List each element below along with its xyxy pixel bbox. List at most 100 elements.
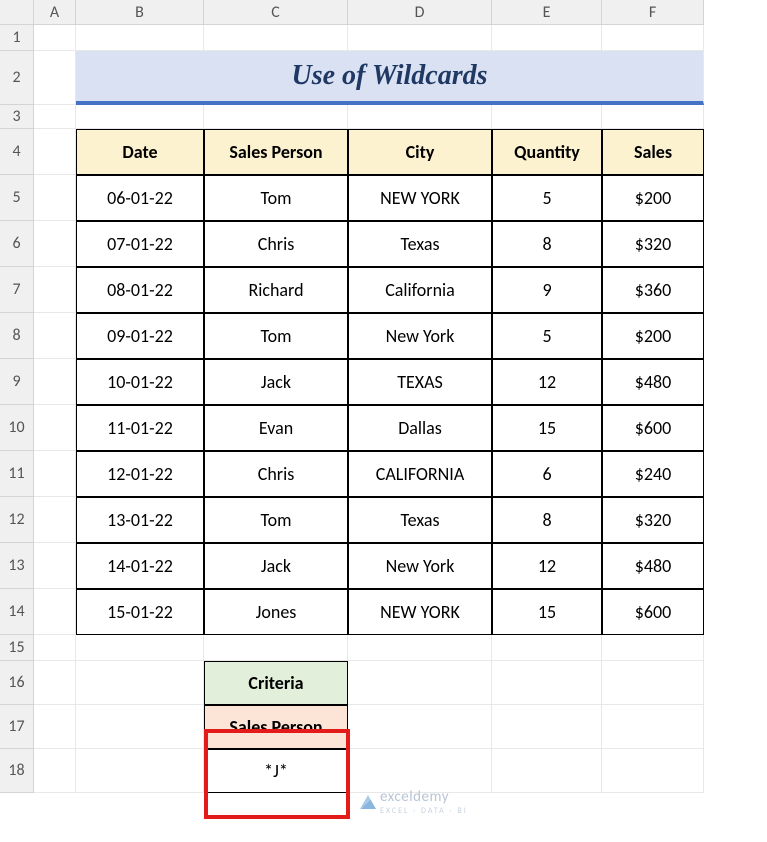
cell[interactable] [34,25,76,51]
col-header-f[interactable]: F [602,0,704,25]
cell[interactable] [76,105,204,129]
cell[interactable] [34,635,76,661]
cell[interactable] [602,105,704,129]
row-header-1[interactable]: 1 [0,25,34,51]
table-cell-city[interactable]: New York [348,543,492,589]
table-cell-sales[interactable]: $600 [602,589,704,635]
cell[interactable] [34,405,76,451]
table-cell-date[interactable]: 10-01-22 [76,359,204,405]
table-cell-date[interactable]: 08-01-22 [76,267,204,313]
cell[interactable] [492,749,602,793]
cell[interactable] [492,25,602,51]
cell[interactable] [34,221,76,267]
table-cell-date[interactable]: 13-01-22 [76,497,204,543]
table-cell-person[interactable]: Jack [204,359,348,405]
table-cell-person[interactable]: Chris [204,451,348,497]
table-cell-city[interactable]: TEXAS [348,359,492,405]
row-header-16[interactable]: 16 [0,661,34,705]
row-header-5[interactable]: 5 [0,175,34,221]
table-header-qty[interactable]: Quantity [492,129,602,175]
table-cell-city[interactable]: NEW YORK [348,589,492,635]
table-cell-date[interactable]: 09-01-22 [76,313,204,359]
row-header-4[interactable]: 4 [0,129,34,175]
cell[interactable] [602,749,704,793]
cell[interactable] [204,105,348,129]
cell[interactable] [34,105,76,129]
cell[interactable] [34,51,76,105]
col-header-a[interactable]: A [34,0,76,25]
row-header-13[interactable]: 13 [0,543,34,589]
cell[interactable] [602,635,704,661]
table-cell-date[interactable]: 12-01-22 [76,451,204,497]
cell[interactable] [348,635,492,661]
row-header-15[interactable]: 15 [0,635,34,661]
table-cell-qty[interactable]: 6 [492,451,602,497]
cell[interactable] [34,705,76,749]
cell[interactable] [492,635,602,661]
cell[interactable] [76,25,204,51]
table-cell-person[interactable]: Jack [204,543,348,589]
table-cell-sales[interactable]: $480 [602,543,704,589]
table-cell-date[interactable]: 06-01-22 [76,175,204,221]
table-cell-sales[interactable]: $360 [602,267,704,313]
table-cell-qty[interactable]: 12 [492,543,602,589]
cell[interactable] [76,705,204,749]
table-cell-person[interactable]: Evan [204,405,348,451]
title-cell[interactable]: Use of Wildcards [76,51,704,105]
row-header-6[interactable]: 6 [0,221,34,267]
table-cell-city[interactable]: New York [348,313,492,359]
row-header-14[interactable]: 14 [0,589,34,635]
table-cell-city[interactable]: Texas [348,497,492,543]
table-cell-qty[interactable]: 9 [492,267,602,313]
cell[interactable] [204,635,348,661]
cell[interactable] [34,359,76,405]
table-cell-city[interactable]: California [348,267,492,313]
cell[interactable] [348,705,492,749]
table-cell-date[interactable]: 15-01-22 [76,589,204,635]
table-cell-date[interactable]: 14-01-22 [76,543,204,589]
cell[interactable] [76,661,204,705]
table-cell-sales[interactable]: $600 [602,405,704,451]
table-cell-city[interactable]: NEW YORK [348,175,492,221]
cell[interactable] [34,589,76,635]
row-header-7[interactable]: 7 [0,267,34,313]
table-header-person[interactable]: Sales Person [204,129,348,175]
cell[interactable] [34,313,76,359]
table-cell-sales[interactable]: $200 [602,313,704,359]
row-header-12[interactable]: 12 [0,497,34,543]
table-cell-city[interactable]: CALIFORNIA [348,451,492,497]
table-cell-person[interactable]: Tom [204,313,348,359]
table-cell-date[interactable]: 11-01-22 [76,405,204,451]
table-cell-qty[interactable]: 12 [492,359,602,405]
cell[interactable] [76,749,204,793]
row-header-18[interactable]: 18 [0,749,34,793]
table-cell-date[interactable]: 07-01-22 [76,221,204,267]
row-header-8[interactable]: 8 [0,313,34,359]
row-header-9[interactable]: 9 [0,359,34,405]
table-cell-sales[interactable]: $240 [602,451,704,497]
table-cell-person[interactable]: Tom [204,497,348,543]
cell[interactable] [34,267,76,313]
table-cell-city[interactable]: Dallas [348,405,492,451]
cell[interactable] [204,25,348,51]
table-header-sales[interactable]: Sales [602,129,704,175]
table-cell-sales[interactable]: $200 [602,175,704,221]
table-cell-person[interactable]: Richard [204,267,348,313]
cell[interactable] [348,25,492,51]
table-cell-person[interactable]: Chris [204,221,348,267]
table-cell-person[interactable]: Tom [204,175,348,221]
table-cell-qty[interactable]: 15 [492,589,602,635]
cell[interactable] [602,25,704,51]
cell[interactable] [34,749,76,793]
table-header-date[interactable]: Date [76,129,204,175]
criteria-title[interactable]: Criteria [204,661,348,705]
cell[interactable] [34,543,76,589]
row-header-17[interactable]: 17 [0,705,34,749]
cell[interactable] [76,635,204,661]
table-cell-qty[interactable]: 15 [492,405,602,451]
col-header-e[interactable]: E [492,0,602,25]
table-cell-qty[interactable]: 5 [492,175,602,221]
criteria-header[interactable]: Sales Person [204,705,348,749]
table-cell-sales[interactable]: $480 [602,359,704,405]
col-header-d[interactable]: D [348,0,492,25]
